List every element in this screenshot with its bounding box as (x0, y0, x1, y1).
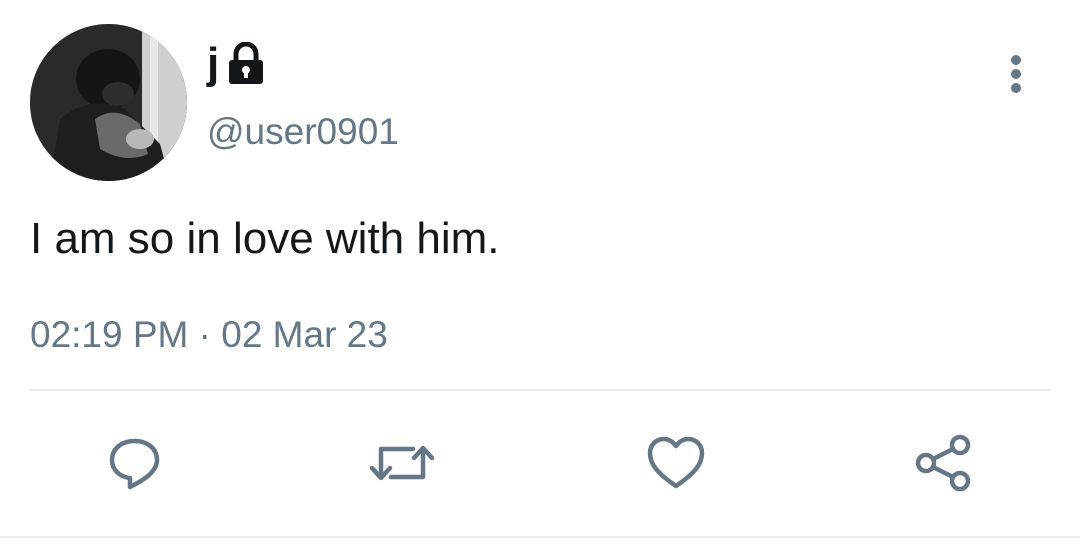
display-name[interactable]: j (207, 42, 219, 86)
like-button[interactable] (641, 428, 711, 498)
more-options-button[interactable] (998, 52, 1034, 100)
share-icon (915, 434, 971, 492)
avatar[interactable] (30, 24, 187, 181)
reply-button[interactable] (100, 428, 170, 498)
bottom-divider (0, 536, 1080, 538)
share-button[interactable] (908, 428, 978, 498)
avatar-image (30, 24, 187, 181)
user-handle[interactable]: @user0901 (207, 113, 399, 150)
tweet-text: I am so in love with him. (30, 214, 500, 263)
heart-icon (647, 436, 705, 489)
more-vertical-icon (1011, 55, 1021, 93)
tweet-card: j @user0901 I am so in love with him. 02… (0, 0, 1080, 555)
retweet-button[interactable] (367, 428, 437, 498)
retweet-icon (369, 445, 435, 481)
reply-icon (109, 438, 160, 490)
divider (30, 389, 1050, 391)
display-name-row: j (207, 38, 267, 90)
lock-icon (225, 41, 267, 86)
tweet-timestamp[interactable]: 02:19 PM · 02 Mar 23 (30, 313, 388, 357)
